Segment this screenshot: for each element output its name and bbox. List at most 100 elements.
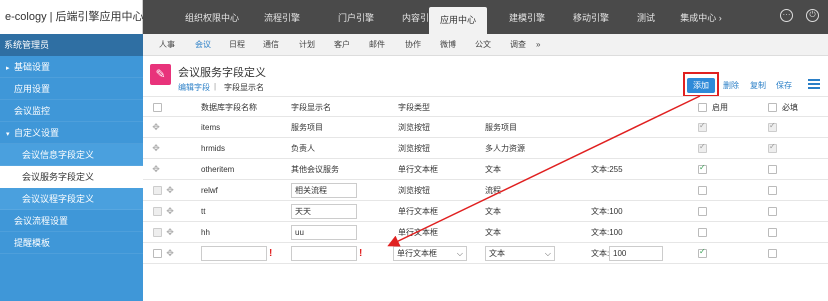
- field-type: 单行文本框: [398, 165, 438, 174]
- display-name-input[interactable]: 相关流程: [291, 183, 357, 198]
- field-type-select[interactable]: 单行文本框 ⌵: [393, 246, 467, 261]
- display-name-input[interactable]: 天天: [291, 204, 357, 219]
- subnav-tab-4[interactable]: 计划: [299, 34, 315, 56]
- enable-checkbox[interactable]: [698, 163, 707, 174]
- field-subtype-value: 文本: [489, 249, 505, 258]
- required-checkbox[interactable]: [768, 165, 777, 174]
- enable-checkbox[interactable]: [698, 228, 707, 237]
- nav-tab-1[interactable]: 流程引擎: [257, 0, 307, 34]
- subnav-tab-1[interactable]: 会议: [195, 34, 211, 56]
- sidebar-item-label: 会议信息字段定义: [22, 150, 95, 160]
- chevron-down-icon: ⌵: [456, 249, 463, 258]
- enable-checkbox[interactable]: [698, 207, 707, 216]
- sidebar-item-6[interactable]: 会议议程字段定义: [0, 188, 143, 210]
- drag-handle-icon[interactable]: ✥: [165, 185, 175, 195]
- tab-display-names[interactable]: 字段显示名: [224, 82, 264, 93]
- sidebar-item-label: 会议议程字段定义: [22, 194, 95, 204]
- sidebar-item-label: 基础设置: [14, 62, 51, 72]
- required-mark-icon: !: [359, 248, 363, 259]
- sidebar-item-0[interactable]: ▸ 基础设置: [0, 56, 143, 78]
- subnav-tab-2[interactable]: 日程: [229, 34, 245, 56]
- field-type: 浏览按钮: [398, 186, 430, 195]
- field-subtype: 文本: [485, 207, 501, 216]
- add-button-highlight: [683, 72, 719, 97]
- header-display: 字段显示名: [291, 103, 331, 112]
- drag-handle-icon[interactable]: ✥: [151, 143, 161, 153]
- field-subtype: 文本: [485, 165, 501, 174]
- enable-checkbox[interactable]: [698, 186, 707, 195]
- field-subtype-select[interactable]: 文本 ⌵: [485, 246, 555, 261]
- tab-edit-fields[interactable]: 编辑字段: [178, 82, 210, 93]
- required-checkbox[interactable]: [768, 228, 777, 237]
- enable-checkbox[interactable]: [698, 142, 707, 153]
- nav-tab-0[interactable]: 组织权限中心: [177, 0, 247, 34]
- header-required: 必填: [782, 103, 798, 112]
- display-name-input[interactable]: [291, 246, 357, 261]
- sidebar-item-5[interactable]: 会议服务字段定义: [0, 166, 143, 188]
- enable-checkbox[interactable]: [698, 247, 707, 258]
- sidebar-item-8[interactable]: 提醒模板: [0, 232, 143, 254]
- nav-tab-6[interactable]: 移动引擎: [566, 0, 616, 34]
- subnav-tab-7[interactable]: 协作: [405, 34, 421, 56]
- more-icon[interactable]: ···: [780, 9, 793, 22]
- table-row: ✥ otheritem 其他会议服务 单行文本框 文本 文本:255: [143, 159, 828, 180]
- nav-tab-4[interactable]: 应用中心: [429, 7, 487, 34]
- subnav-tab-0[interactable]: 人事: [159, 34, 175, 56]
- sidebar-item-label: 应用设置: [14, 84, 51, 94]
- display-name-input[interactable]: uu: [291, 225, 357, 240]
- nav-tab-5[interactable]: 建模引擎: [502, 0, 552, 34]
- subnav-tab-8[interactable]: 微博: [440, 34, 456, 56]
- subnav-tab-11[interactable]: »: [536, 34, 540, 56]
- drag-handle-icon[interactable]: ✥: [151, 122, 161, 132]
- table-row: ✥ hh uu 单行文本框 文本 文本:100: [143, 222, 828, 243]
- enable-all-checkbox[interactable]: [698, 103, 707, 112]
- drag-handle-icon[interactable]: ✥: [165, 206, 175, 216]
- subnav-tab-3[interactable]: 通信: [263, 34, 279, 56]
- required-all-checkbox[interactable]: [768, 103, 777, 112]
- delete-button[interactable]: 删除: [720, 78, 742, 93]
- tab-separator: |: [214, 82, 217, 91]
- sidebar-header: 系统管理员: [0, 34, 143, 56]
- sidebar-item-7[interactable]: 会议流程设置: [0, 210, 143, 232]
- display-name: 负责人: [291, 144, 315, 153]
- field-length: 文本:100: [591, 228, 623, 237]
- db-field-input[interactable]: [201, 246, 267, 261]
- required-checkbox[interactable]: [768, 142, 777, 153]
- sidebar-item-1[interactable]: 应用设置: [0, 78, 143, 100]
- row-select-checkbox[interactable]: [153, 228, 162, 237]
- row-select-checkbox[interactable]: [153, 186, 162, 195]
- nav-tab-2[interactable]: 门户引擎: [331, 0, 381, 34]
- subnav-tab-10[interactable]: 调查: [510, 34, 526, 56]
- subnav-tab-9[interactable]: 公文: [475, 34, 491, 56]
- required-checkbox[interactable]: [768, 121, 777, 132]
- required-checkbox[interactable]: [768, 249, 777, 258]
- power-icon[interactable]: ⏻: [806, 9, 819, 22]
- subnav-tab-5[interactable]: 客户: [334, 34, 350, 56]
- table-header: 数据库字段名称 字段显示名 字段类型 启用 必填: [143, 96, 828, 117]
- subnav-tab-6[interactable]: 邮件: [369, 34, 385, 56]
- drag-handle-icon[interactable]: ✥: [151, 164, 161, 174]
- select-all-checkbox[interactable]: [153, 103, 162, 112]
- drag-handle-icon[interactable]: ✥: [165, 248, 175, 258]
- field-type-value: 单行文本框: [397, 249, 437, 258]
- sidebar-item-3[interactable]: ▾ 自定义设置: [0, 122, 143, 144]
- field-subtype: 文本: [485, 228, 501, 237]
- drag-handle-icon[interactable]: ✥: [165, 227, 175, 237]
- chevron-down-icon: ⌵: [544, 249, 551, 258]
- sidebar-arrow-icon: ▸: [6, 65, 10, 72]
- nav-tab-7[interactable]: 测试: [631, 0, 661, 34]
- required-checkbox[interactable]: [768, 186, 777, 195]
- copy-button[interactable]: 复制: [747, 78, 769, 93]
- field-length-input[interactable]: 100: [609, 246, 663, 261]
- enable-checkbox[interactable]: [698, 121, 707, 132]
- nav-tab-8[interactable]: 集成中心 ›: [676, 0, 726, 34]
- sidebar-item-4[interactable]: 会议信息字段定义: [0, 144, 143, 166]
- row-select-checkbox[interactable]: [153, 207, 162, 216]
- display-name: 其他会议服务: [291, 165, 339, 174]
- required-checkbox[interactable]: [768, 207, 777, 216]
- save-button[interactable]: 保存: [773, 78, 795, 93]
- row-select-checkbox[interactable]: [153, 249, 162, 258]
- field-length: 文本:255: [591, 165, 623, 174]
- list-view-icon[interactable]: [808, 79, 820, 90]
- sidebar-item-2[interactable]: 会议监控: [0, 100, 143, 122]
